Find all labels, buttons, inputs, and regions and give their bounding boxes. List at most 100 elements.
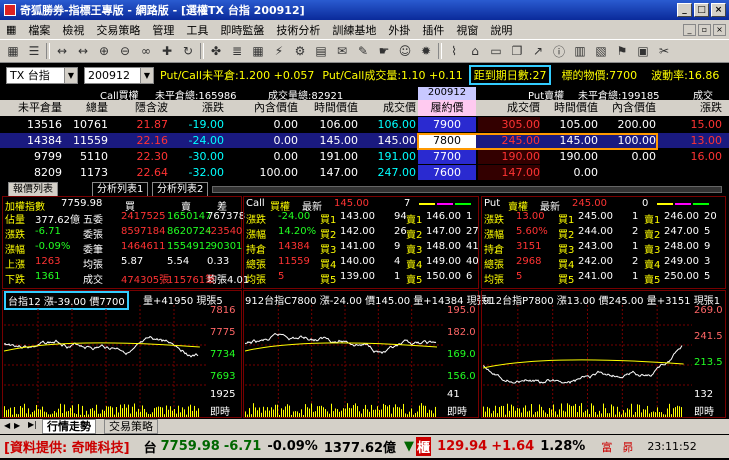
- menu-monitor[interactable]: 即時監盤: [214, 22, 270, 38]
- volume-bar: [192, 410, 193, 417]
- column-header-2[interactable]: 隱含波: [110, 100, 168, 116]
- volume-bar: [293, 411, 294, 417]
- quote-cell: 5: [516, 271, 523, 282]
- intraday-chart-3[interactable]: 912台指P7800 漲13.00 價245.00 量+3151 現張1 269.…: [481, 290, 726, 418]
- column-header-0[interactable]: 未平倉量: [4, 100, 62, 116]
- quote-cell: 1: [466, 211, 473, 222]
- table-row[interactable]: 8209 1173 22.64 -32.00 100.00 147.00 247.00 760…: [0, 165, 729, 180]
- graph-icon[interactable]: ↗: [529, 42, 547, 60]
- column-header-5[interactable]: 時間價值: [300, 100, 358, 116]
- menu-tools[interactable]: 工具: [180, 22, 214, 38]
- column-header-6[interactable]: 成交價: [360, 100, 416, 116]
- column-header-4[interactable]: 內含價值: [226, 100, 298, 116]
- arrow-icon[interactable]: ↔: [74, 42, 92, 60]
- tab-trade-strategy[interactable]: 交易策略: [104, 419, 158, 434]
- arrow-icon[interactable]: ↔: [53, 42, 71, 60]
- refresh-icon[interactable]: ↻: [179, 42, 197, 60]
- menu-window[interactable]: 視窗: [450, 22, 484, 38]
- close-button[interactable]: ×: [711, 3, 726, 17]
- volume-bar: [68, 410, 69, 417]
- column-header-11[interactable]: 漲跌: [658, 100, 722, 116]
- tag-icon[interactable]: ⌂: [466, 42, 484, 60]
- mdi-close-button[interactable]: ×: [713, 23, 726, 36]
- zoom-in-icon[interactable]: ⊕: [95, 42, 113, 60]
- book-icon[interactable]: ▥: [571, 42, 589, 60]
- scroll-left-icon[interactable]: ◀: [4, 421, 10, 430]
- zoom-out-icon[interactable]: ⊖: [116, 42, 134, 60]
- column-header-8[interactable]: 成交價: [478, 100, 540, 116]
- list-icon[interactable]: ≣: [228, 42, 246, 60]
- volume-bar: [625, 412, 626, 417]
- column-header-10[interactable]: 內含價值: [600, 100, 656, 116]
- table-cell: [658, 165, 722, 180]
- tab-analysis-1[interactable]: 分析列表1: [92, 182, 149, 196]
- column-header-7[interactable]: 履約價: [418, 100, 476, 116]
- gear-icon[interactable]: ⚙: [291, 42, 309, 60]
- column-header-1[interactable]: 總量: [64, 100, 108, 116]
- scroll-right-icon[interactable]: ▶: [14, 421, 20, 430]
- calc-icon[interactable]: ▧: [592, 42, 610, 60]
- table-cell: 200.00: [600, 117, 656, 132]
- horizontal-scrollbar[interactable]: [212, 186, 722, 193]
- menu-manage[interactable]: 管理: [146, 22, 180, 38]
- maximize-button[interactable]: □: [694, 3, 709, 17]
- info-icon[interactable]: ⓘ: [550, 42, 568, 60]
- intraday-chart-2[interactable]: 912台指C7800 漲-24.00 價145.00 量+14384 現張1 19…: [243, 290, 493, 418]
- tab-analysis-2[interactable]: 分析列表2: [152, 182, 209, 196]
- mdi-minimize-button[interactable]: _: [683, 23, 696, 36]
- table-row[interactable]: 13516 10761 21.87 -19.00 0.00 106.00 106.00 790…: [0, 117, 729, 132]
- intraday-chart-1[interactable]: 台指12 漲-39.00 價7700 量+41950 現張5 7816 7775 773…: [2, 290, 242, 418]
- menu-addon[interactable]: 外掛: [382, 22, 416, 38]
- grid-icon[interactable]: ▦: [4, 42, 22, 60]
- quote-cell: 248.00: [664, 241, 699, 252]
- user-icon[interactable]: ☺: [396, 42, 414, 60]
- table-cell: 0.00: [273, 118, 299, 131]
- menu-strategy[interactable]: 交易策略: [90, 22, 146, 38]
- menu-help[interactable]: 說明: [484, 22, 518, 38]
- volume-bar: [553, 404, 554, 417]
- fire-icon[interactable]: ✹: [417, 42, 435, 60]
- menu-icon[interactable]: ☰: [25, 42, 43, 60]
- box-icon[interactable]: ▣: [634, 42, 652, 60]
- scroll-next-icon[interactable]: ▶|: [28, 420, 37, 429]
- volume-bar: [351, 408, 352, 417]
- draw-icon[interactable]: ⌇: [445, 42, 463, 60]
- tab-market-trend[interactable]: 行情走勢: [42, 419, 96, 434]
- minimize-button[interactable]: _: [677, 3, 692, 17]
- scissors-icon[interactable]: ✂: [655, 42, 673, 60]
- tab-quote-list[interactable]: 報價列表: [8, 182, 58, 196]
- grid-icon[interactable]: ▦: [249, 42, 267, 60]
- volume-bar: [409, 411, 410, 417]
- menu-training[interactable]: 訓練基地: [326, 22, 382, 38]
- glasses-icon[interactable]: ∞: [137, 42, 155, 60]
- menu-file[interactable]: 檔案: [22, 22, 56, 38]
- table-cell: 191.00: [377, 150, 417, 163]
- table-row[interactable]: 9799 5110 22.30 -30.00 0.00 191.00 191.00 7700 1…: [0, 149, 729, 164]
- symbol-select[interactable]: TX 台指 ▼: [6, 66, 78, 84]
- summary-cell: 成交: [83, 275, 103, 286]
- folder-icon[interactable]: ▭: [487, 42, 505, 60]
- menu-view[interactable]: 檢視: [56, 22, 90, 38]
- volume-bar: [545, 412, 546, 417]
- column-header-9[interactable]: 時間價值: [542, 100, 598, 116]
- menu-doc-icon[interactable]: ▦: [0, 23, 22, 36]
- copy-icon[interactable]: ❐: [508, 42, 526, 60]
- puzzle-icon[interactable]: ✤: [207, 42, 225, 60]
- pin-icon[interactable]: ✚: [158, 42, 176, 60]
- column-header-3[interactable]: 漲跌: [170, 100, 224, 116]
- volume-bar: [124, 404, 125, 417]
- month-select[interactable]: 200912 ▼: [84, 66, 154, 84]
- table-cell: 190.00: [542, 149, 598, 164]
- menu-plugin[interactable]: 插件: [416, 22, 450, 38]
- menu-analysis[interactable]: 技術分析: [270, 22, 326, 38]
- flag-icon[interactable]: ⚑: [613, 42, 631, 60]
- plug-icon[interactable]: ⚡: [270, 42, 288, 60]
- table-cell: 100.00: [259, 166, 299, 179]
- section-header: Call買權 未平倉總:165986 成交量總:82921 200912 Put…: [0, 87, 729, 102]
- pen-icon[interactable]: ✎: [354, 42, 372, 60]
- mdi-restore-button[interactable]: ▫: [698, 23, 711, 36]
- volume-bar: [511, 404, 512, 417]
- chat-icon[interactable]: ✉: [333, 42, 351, 60]
- chart-icon[interactable]: ▤: [312, 42, 330, 60]
- hand-icon[interactable]: ☛: [375, 42, 393, 60]
